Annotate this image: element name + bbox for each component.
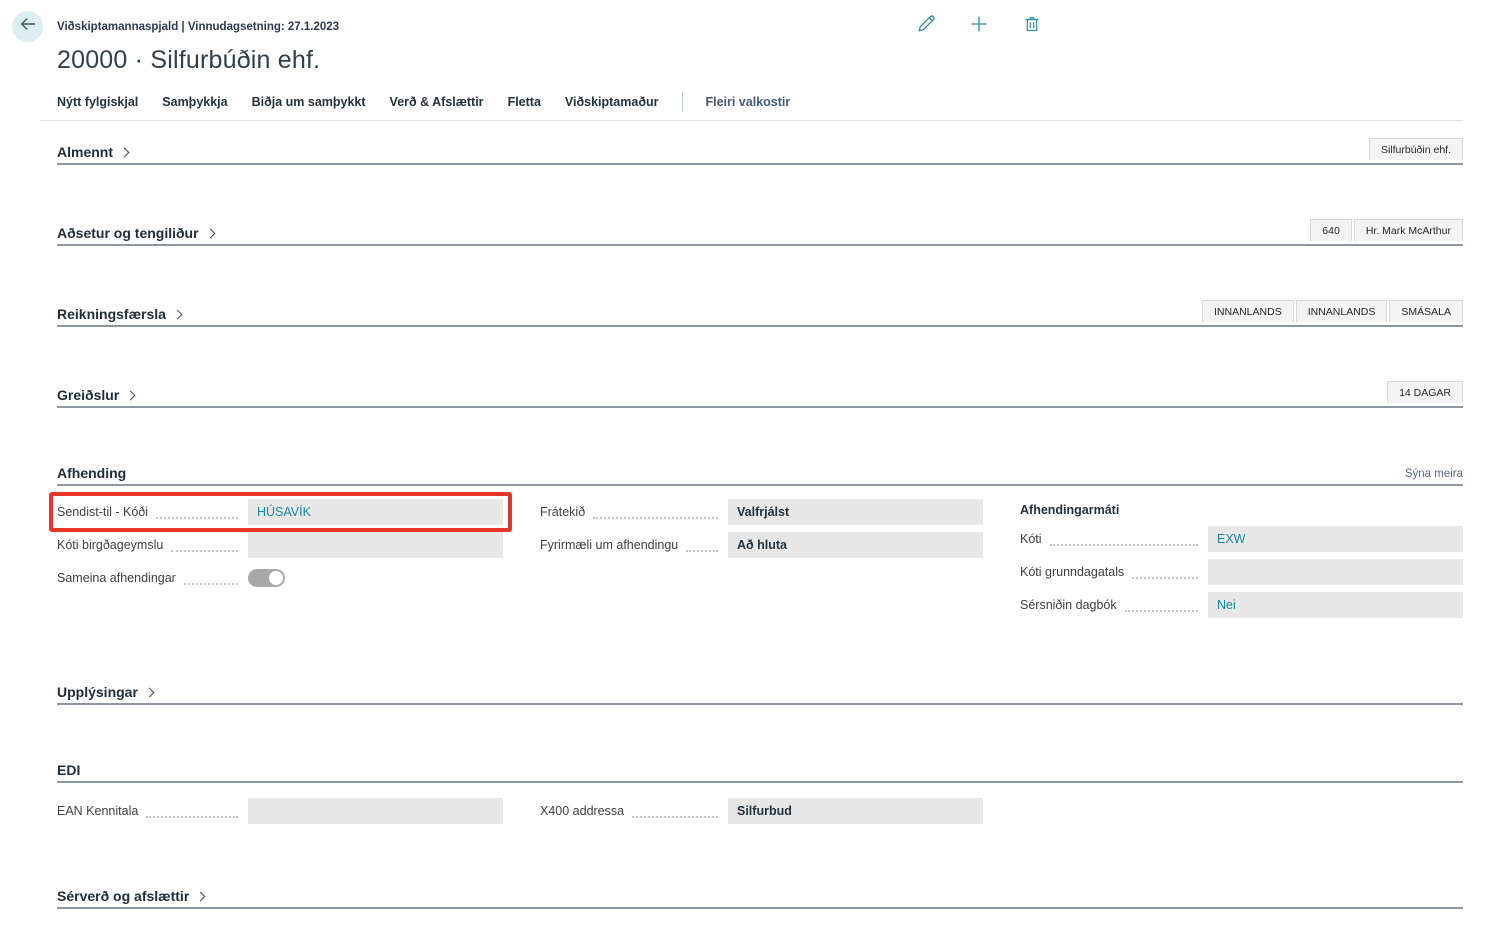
dot-leader bbox=[686, 544, 718, 552]
section-reikningsfaersla: Reikningsfærsla INNANLANDS INNANLANDS SM… bbox=[57, 300, 1463, 327]
action-verd-afslaettir[interactable]: Verð & Afslættir bbox=[390, 95, 484, 109]
fratekid-select[interactable]: Valfrjálst bbox=[728, 499, 983, 525]
greidslur-summary-badge[interactable]: 14 DAGAR bbox=[1387, 381, 1463, 403]
chevron-right-icon bbox=[120, 148, 130, 158]
chevron-right-icon bbox=[126, 391, 136, 401]
section-adsetur: Aðsetur og tengiliður 640 Hr. Mark McArt… bbox=[57, 219, 1463, 246]
field-sendist-til-kodi: Sendist-til - Kóði HÚSAVÍK bbox=[57, 499, 503, 525]
ean-kennitala-input[interactable] bbox=[248, 798, 503, 824]
field-sersnidin-dagbok: Sérsniðin dagbók Nei bbox=[1020, 592, 1463, 618]
koti-birgdageymslu-input[interactable] bbox=[248, 532, 503, 558]
page-title: 20000 · Silfurbúðin ehf. bbox=[57, 46, 1491, 75]
action-nytt-fylgiskjal[interactable]: Nýtt fylgiskjal bbox=[57, 95, 138, 109]
action-vidskiptamadur[interactable]: Viðskiptamaður bbox=[565, 95, 659, 109]
section-almennt-header[interactable]: Almennt bbox=[57, 144, 128, 160]
field-fratekid: Frátekið Valfrjálst bbox=[540, 499, 983, 525]
chevron-right-icon bbox=[205, 229, 215, 239]
koti-input[interactable]: EXW bbox=[1208, 526, 1463, 552]
back-arrow-icon bbox=[20, 16, 36, 37]
fyrirmaeli-select[interactable]: Að hluta bbox=[728, 532, 983, 558]
field-koti-grunndagatals: Kóti grunndagatals bbox=[1020, 559, 1463, 585]
adsetur-summary-badge-postcode[interactable]: 640 bbox=[1310, 219, 1352, 241]
field-koti-birgdageymslu: Kóti birgðageymslu bbox=[57, 532, 503, 558]
dot-leader bbox=[146, 810, 238, 818]
dot-leader bbox=[171, 544, 238, 552]
action-samthykkja[interactable]: Samþykkja bbox=[162, 95, 227, 109]
chevron-right-icon bbox=[196, 892, 206, 902]
section-edi: EDI EAN Kennitala X400 addressa Silfurbu… bbox=[57, 759, 1463, 831]
field-label: X400 addressa bbox=[540, 804, 624, 818]
field-label: Frátekið bbox=[540, 505, 585, 519]
dot-leader bbox=[1050, 538, 1198, 546]
page-caption: Viðskiptamannaspjald | Vinnudagsetning: … bbox=[57, 21, 339, 33]
action-bidja-um-samthykkt[interactable]: Biðja um samþykkt bbox=[252, 95, 366, 109]
field-sameina-afhendingar: Sameina afhendingar bbox=[57, 565, 503, 591]
more-options-button[interactable]: Fleiri valkostir bbox=[705, 95, 790, 109]
action-bar-divider bbox=[40, 120, 1463, 121]
dot-leader bbox=[593, 511, 718, 519]
section-upplysingar-header[interactable]: Upplýsingar bbox=[57, 684, 153, 700]
section-greidslur-header[interactable]: Greiðslur bbox=[57, 387, 134, 403]
adsetur-summary-badge-contact[interactable]: Hr. Mark McArthur bbox=[1354, 219, 1463, 241]
delete-icon[interactable] bbox=[1022, 14, 1042, 34]
section-greidslur: Greiðslur 14 DAGAR bbox=[57, 381, 1463, 408]
sendist-til-kodi-input[interactable]: HÚSAVÍK bbox=[248, 499, 503, 525]
koti-grunndagatals-input[interactable] bbox=[1208, 559, 1463, 585]
sameina-afhendingar-toggle[interactable] bbox=[248, 569, 285, 587]
x400-addressa-input[interactable]: Silfurbud bbox=[728, 798, 983, 824]
card-content: Almennt Silfurbúðin ehf. Aðsetur og teng… bbox=[57, 138, 1463, 934]
field-label: Kóti bbox=[1020, 532, 1042, 546]
action-fletta[interactable]: Fletta bbox=[508, 95, 541, 109]
dot-leader bbox=[156, 511, 238, 519]
chevron-right-icon bbox=[144, 688, 154, 698]
chevron-right-icon bbox=[172, 310, 182, 320]
section-afhending-header[interactable]: Afhending bbox=[57, 465, 126, 481]
action-bar-separator bbox=[682, 92, 683, 112]
afhending-column-2: Frátekið Valfrjálst Fyrirmæli um afhendi… bbox=[540, 499, 983, 625]
almennt-summary-badge[interactable]: Silfurbúðin ehf. bbox=[1369, 138, 1463, 160]
edi-column-3 bbox=[1020, 798, 1463, 831]
action-bar: Nýtt fylgiskjal Samþykkja Biðja um samþy… bbox=[57, 92, 1491, 112]
afhendingarmati-group-label: Afhendingarmáti bbox=[1020, 499, 1463, 521]
edi-column-1: EAN Kennitala bbox=[57, 798, 503, 831]
show-more-link[interactable]: Sýna meira bbox=[1405, 468, 1463, 481]
field-label: Fyrirmæli um afhendingu bbox=[540, 538, 678, 552]
edit-icon[interactable] bbox=[916, 14, 936, 34]
sersnidin-dagbok-input[interactable]: Nei bbox=[1208, 592, 1463, 618]
section-serverd-header[interactable]: Sérverð og afslættir bbox=[57, 888, 204, 904]
field-label: Sameina afhendingar bbox=[57, 571, 176, 585]
field-ean-kennitala: EAN Kennitala bbox=[57, 798, 503, 824]
field-label: Kóti birgðageymslu bbox=[57, 538, 163, 552]
section-afhending: Afhending Sýna meira Sendist-til - Kóði … bbox=[57, 462, 1463, 625]
field-label: Kóti grunndagatals bbox=[1020, 565, 1124, 579]
dot-leader bbox=[1132, 571, 1198, 579]
section-reikningsfaersla-header[interactable]: Reikningsfærsla bbox=[57, 306, 181, 322]
afhending-column-1: Sendist-til - Kóði HÚSAVÍK Kóti birgðage… bbox=[57, 499, 503, 625]
field-label: Sendist-til - Kóði bbox=[57, 505, 148, 519]
dot-leader bbox=[184, 577, 238, 585]
field-koti: Kóti EXW bbox=[1020, 526, 1463, 552]
dot-leader bbox=[1125, 604, 1198, 612]
section-adsetur-header[interactable]: Aðsetur og tengiliður bbox=[57, 225, 214, 241]
toggle-knob bbox=[269, 571, 283, 585]
field-x400-addressa: X400 addressa Silfurbud bbox=[540, 798, 983, 824]
back-button[interactable] bbox=[12, 11, 43, 42]
record-actions bbox=[916, 14, 1042, 34]
section-edi-header[interactable]: EDI bbox=[57, 762, 80, 778]
section-almennt: Almennt Silfurbúðin ehf. bbox=[57, 138, 1463, 165]
field-label: Sérsniðin dagbók bbox=[1020, 598, 1117, 612]
edi-column-2: X400 addressa Silfurbud bbox=[540, 798, 983, 831]
reikningsfaersla-summary-badge-1[interactable]: INNANLANDS bbox=[1202, 300, 1294, 322]
new-icon[interactable] bbox=[969, 14, 989, 34]
reikningsfaersla-summary-badge-3[interactable]: SMÁSALA bbox=[1389, 300, 1463, 322]
afhending-column-3: Afhendingarmáti Kóti EXW Kóti grunndagat… bbox=[1020, 499, 1463, 625]
top-bar: Viðskiptamannaspjald | Vinnudagsetning: … bbox=[0, 0, 1491, 42]
dot-leader bbox=[632, 810, 718, 818]
field-label: EAN Kennitala bbox=[57, 804, 138, 818]
section-serverd: Sérverð og afslættir bbox=[57, 885, 1463, 909]
section-upplysingar: Upplýsingar bbox=[57, 681, 1463, 705]
reikningsfaersla-summary-badge-2[interactable]: INNANLANDS bbox=[1296, 300, 1388, 322]
field-fyrirmaeli-um-afhendingu: Fyrirmæli um afhendingu Að hluta bbox=[540, 532, 983, 558]
